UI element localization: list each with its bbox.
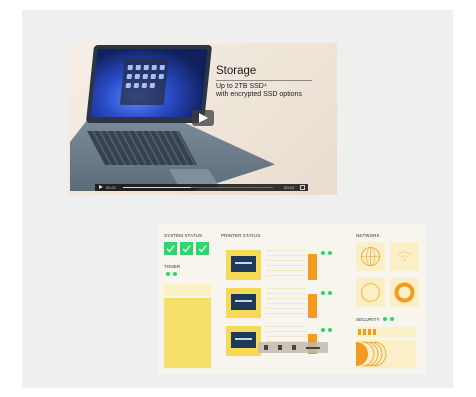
printer-status-dot (321, 251, 325, 255)
security-status-dot (383, 317, 387, 321)
forward-icon[interactable] (292, 345, 296, 350)
printer-status-dot (328, 291, 332, 295)
wifi-icon (397, 251, 412, 261)
toner-status-dot (173, 272, 177, 276)
video-play-button[interactable] (192, 110, 214, 126)
video-progress-track[interactable] (123, 187, 273, 188)
printer-details (266, 288, 306, 318)
storage-title: Storage (216, 65, 257, 77)
printer-thumbnail (226, 250, 261, 280)
security-label: SECURITY (356, 317, 380, 322)
storage-subtitle-line1: Up to 2TB SSD⁴ (216, 83, 267, 90)
dashboard-video-controls[interactable] (258, 342, 328, 353)
laptop-keyboard-image (86, 131, 198, 165)
network-globe-tile (356, 242, 385, 271)
storage-video-player[interactable]: Storage Up to 2TB SSD⁴ with encrypted SS… (68, 43, 337, 195)
video-duration: 00:54 (283, 185, 294, 190)
toner-level-bar (164, 298, 211, 368)
video-control-bar: 00:21 00:54 (95, 184, 308, 191)
printer-status-label: PRINTER STATUS (221, 233, 261, 238)
printer-level-bar (308, 294, 317, 318)
rewind-icon[interactable] (264, 345, 268, 350)
printer-status-dot (321, 328, 325, 332)
printer-thumbnail (226, 326, 261, 356)
volume-slider[interactable] (306, 347, 320, 349)
network-wifi-tile (390, 242, 419, 271)
network-ring-tile (390, 278, 419, 307)
control-play-icon[interactable] (99, 185, 103, 189)
title-divider (216, 80, 312, 81)
security-status-dot (390, 317, 394, 321)
video-current-time: 00:21 (106, 185, 117, 190)
status-check-icon (180, 242, 193, 255)
toner-header-box (164, 284, 211, 296)
toner-label: TONER (164, 264, 181, 269)
status-check-icon (164, 242, 177, 255)
network-label: NETWORK (356, 233, 380, 238)
play-icon (199, 113, 208, 123)
storage-subtitle-line2: with encrypted SSD options (216, 91, 302, 98)
security-level-bar (356, 327, 416, 337)
printer-thumbnail (226, 288, 261, 318)
security-shield-tile (356, 340, 416, 368)
system-status-label: SYSTEM STATUS (164, 233, 203, 238)
printer-status-dot (321, 291, 325, 295)
printer-status-dot (328, 328, 332, 332)
toner-status-dot (166, 272, 170, 276)
ring-chart-icon (394, 282, 415, 303)
network-gauge-tile (356, 278, 385, 307)
printer-status-dot (328, 251, 332, 255)
laptop-screen-image (90, 49, 208, 117)
start-menu-image (119, 59, 169, 105)
printer-dashboard-video[interactable]: SYSTEM STATUS PRINTER STATUS NETWORK TON… (158, 224, 426, 374)
printer-details (266, 250, 306, 280)
globe-icon (361, 247, 380, 266)
gauge-icon (360, 282, 381, 303)
printer-level-bar (308, 254, 317, 280)
pause-icon[interactable] (278, 345, 282, 350)
status-check-icon (196, 242, 209, 255)
video-progress-fill (123, 187, 191, 188)
fullscreen-icon[interactable] (300, 185, 305, 190)
shield-arcs-icon (356, 341, 387, 367)
